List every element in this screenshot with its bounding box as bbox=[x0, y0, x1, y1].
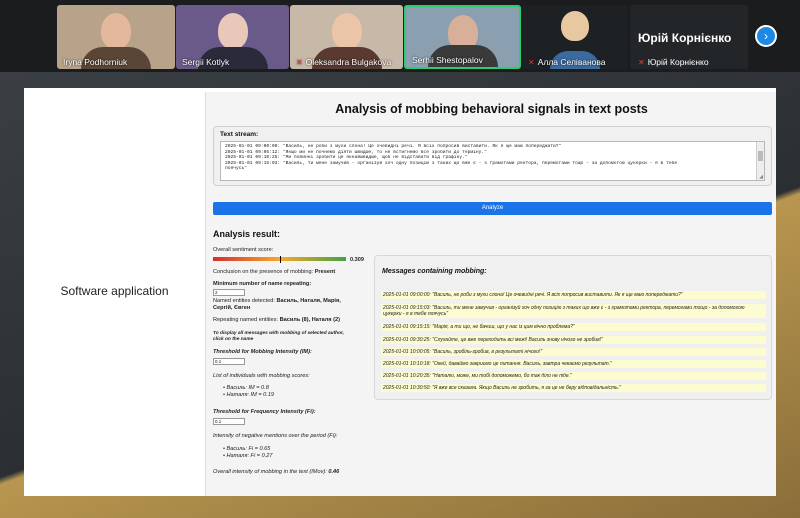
sentiment-marker bbox=[280, 256, 281, 263]
participant-tile-no-video[interactable]: Юрій Корнієнко ✕ Юрій Корнієнко bbox=[630, 5, 748, 69]
entities-row: Named entities detected: Василь, Наталя,… bbox=[213, 298, 341, 304]
im-list-label: List of individuals with mobbing scores: bbox=[213, 373, 310, 379]
page-title: Analysis of mobbing behavioral signals i… bbox=[335, 102, 648, 116]
participant-name: Iryna Podhorniuk bbox=[63, 57, 128, 67]
message-item: 2025-01-01 10:20:35: "Наталю, може, ми т… bbox=[381, 372, 766, 380]
min-repeat-label: Minimum number of name repeating: bbox=[213, 281, 312, 287]
sentiment-label: Overall sentiment score: bbox=[213, 247, 274, 253]
participant-name: Алла Селіванова bbox=[537, 57, 606, 67]
participant-name: Юрій Корнієнко bbox=[647, 57, 709, 67]
fi-threshold-input[interactable]: 0.1 bbox=[213, 418, 245, 425]
scrollbar-thumb[interactable] bbox=[758, 151, 763, 161]
entities-value-cont: Сергій, Євген bbox=[213, 305, 251, 311]
stream-line: 2025-01-01 09:15:03: "Василь, ти мене за… bbox=[225, 160, 678, 166]
hint-text: click on the name bbox=[213, 337, 254, 342]
entities-value: Василь, Наталя, Марія, bbox=[276, 298, 341, 304]
participant-name: Oleksandra Bulgakova bbox=[305, 57, 392, 67]
participant-name-muted: ✕ Алла Селіванова bbox=[528, 57, 606, 67]
entities-label: Named entities detected: bbox=[213, 298, 275, 304]
slide-label: Software application bbox=[60, 284, 169, 298]
message-item: 2025-01-01 09:15:03: "Василь, ти мене за… bbox=[381, 304, 766, 318]
fi-list: • Василь: Fi = 0.65 • Наталя: Fi = 0.27 bbox=[223, 446, 272, 460]
participant-video bbox=[331, 13, 362, 49]
participants-strip: Iryna Podhorniuk Sergii Kotlyk ✕ Oleksand… bbox=[0, 0, 800, 72]
participant-video bbox=[217, 13, 248, 49]
conclusion-value: Present bbox=[314, 269, 336, 275]
min-repeat-input[interactable]: 2 bbox=[213, 289, 245, 296]
im-item: Василь: IM = 0.8 bbox=[226, 385, 269, 391]
message-item: 2025-01-01 09:00:00: "Василь, не роби з … bbox=[381, 291, 766, 299]
list-item: • Наталя: IM = 0.19 bbox=[223, 392, 275, 398]
slide-left-panel: Software application bbox=[24, 88, 205, 496]
list-item: • Василь: Fi = 0.65 bbox=[223, 446, 271, 452]
list-item: • Василь: IM = 0.8 bbox=[223, 385, 269, 391]
list-item: • Наталя: Fi = 0.27 bbox=[223, 453, 273, 459]
chevron-right-icon[interactable]: › bbox=[755, 25, 777, 47]
overall-row: Overall intensity of mobbing in the text… bbox=[213, 469, 339, 475]
participant-tile[interactable]: ✕ Oleksandra Bulgakova bbox=[290, 5, 403, 69]
repeating-row: Repeating named entities: Василь (8), На… bbox=[213, 317, 340, 323]
fi-item: Наталя: Fi = 0.27 bbox=[226, 453, 273, 459]
message-item: 2025-01-01 09:15:15: "Марія, а ти що, не… bbox=[381, 323, 766, 331]
message-item: 2025-01-01 09:30:25: "Слухайте, це вже п… bbox=[381, 336, 766, 344]
fi-item: Василь: Fi = 0.65 bbox=[226, 446, 271, 452]
conclusion-row: Conclusion on the presence of mobbing: P… bbox=[213, 269, 335, 275]
text-stream-section: Text stream: 2025-01-01 09:00:00: "Васил… bbox=[213, 126, 772, 186]
message-item: 2025-01-01 10:10:18: "Окей, даваймо закр… bbox=[381, 360, 766, 368]
im-item: Наталя: IM = 0.19 bbox=[226, 392, 275, 398]
muted-mic-icon: ✕ bbox=[528, 58, 535, 67]
repeating-value[interactable]: Василь (8), Наталя (2) bbox=[280, 317, 340, 323]
overall-label: Overall intensity of mobbing in the text… bbox=[213, 469, 327, 475]
participant-tile-active[interactable]: Serhii Shestopalov bbox=[404, 5, 521, 69]
message-item: 2025-01-01 10:30:50: "Я вже все сказала.… bbox=[381, 384, 766, 392]
message-item: 2025-01-01 10:00:05: "Василь, зробіль-зр… bbox=[381, 348, 766, 356]
muted-mic-icon: ✕ bbox=[638, 58, 645, 67]
text-stream-input[interactable]: 2025-01-01 09:00:00: "Василь, не роби з … bbox=[220, 141, 765, 181]
analyze-button[interactable]: Analyze bbox=[213, 202, 772, 215]
resize-grip-icon[interactable]: ◢ bbox=[759, 174, 763, 180]
repeating-label: Repeating named entities: bbox=[213, 317, 278, 323]
muted-mic-icon: ✕ bbox=[296, 58, 303, 67]
participant-name-muted: ✕ Oleksandra Bulgakova bbox=[296, 57, 391, 67]
participant-tile[interactable]: Iryna Podhorniuk bbox=[57, 5, 175, 69]
conclusion-label: Conclusion on the presence of mobbing: bbox=[213, 269, 314, 275]
participant-name-muted: ✕ Юрій Корнієнко bbox=[638, 57, 709, 67]
im-threshold-input[interactable]: 0.1 bbox=[213, 358, 245, 365]
participant-video bbox=[561, 11, 589, 41]
analysis-result-heading: Analysis result: bbox=[213, 229, 281, 239]
messages-title: Messages containing mobbing: bbox=[382, 268, 487, 275]
participant-video bbox=[101, 13, 131, 49]
fi-threshold-label: Threshold for Frequency Intensity (Fi): bbox=[213, 409, 316, 415]
sentiment-value: 0.309 bbox=[350, 257, 364, 263]
im-threshold-label: Threshold for Mobbing Intensity (IM): bbox=[213, 349, 312, 355]
fi-desc: Intensity of negative mentions over the … bbox=[213, 433, 338, 439]
messages-panel: Messages containing mobbing: 2025-01-01 … bbox=[374, 255, 772, 400]
overall-value: 0.46 bbox=[328, 469, 340, 475]
text-stream-label: Text stream: bbox=[220, 131, 259, 138]
participant-tile[interactable]: Sergii Kotlyk bbox=[176, 5, 289, 69]
video-call-screen: { "participants": [ {"name": "Iryna Podh… bbox=[0, 0, 800, 518]
participant-name: Serhii Shestopalov bbox=[412, 55, 483, 65]
app-window: Analysis of mobbing behavioral signals i… bbox=[205, 92, 776, 496]
hint-text: To display all messages with mobbing of … bbox=[213, 331, 344, 336]
participant-display-name: Юрій Корнієнко bbox=[638, 31, 732, 45]
im-list: • Василь: IM = 0.8 • Наталя: IM = 0.19 bbox=[223, 385, 274, 399]
participant-tile[interactable]: ✕ Алла Селіванова bbox=[522, 5, 628, 69]
participant-name: Sergii Kotlyk bbox=[182, 57, 230, 67]
stream-line: поячусь" bbox=[225, 166, 248, 172]
